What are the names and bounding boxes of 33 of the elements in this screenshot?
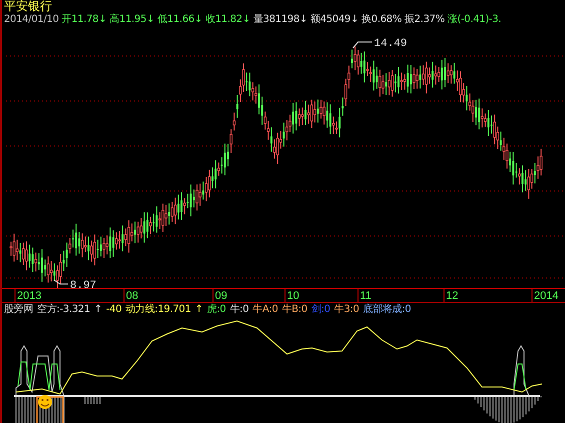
quote-value: 量381198↓	[253, 14, 308, 26]
indicator-value: 股旁网	[4, 304, 34, 316]
axis-label: 2014	[534, 290, 558, 302]
indicator-value: -40	[106, 304, 122, 316]
quote-value: 换0.68%	[362, 14, 402, 26]
quote-value: 2014/01/10	[4, 14, 59, 26]
indicator-value: 虎:0	[207, 304, 226, 316]
axis-label: 11	[360, 290, 372, 302]
quote-value: 低11.66↓	[157, 14, 202, 26]
indicator-value: 剑:0	[311, 304, 330, 316]
indicator-value: 牛B:0	[282, 304, 308, 316]
indicator-value: 牛3:0	[334, 304, 360, 316]
axis-label: 12	[446, 290, 458, 302]
quote-value: 高11.95↓	[110, 14, 154, 26]
indicator-value: 牛:0	[230, 304, 249, 316]
axis-label: 08	[126, 290, 138, 302]
price-label: 8.97	[70, 280, 96, 288]
stock-name: 平安银行	[4, 0, 52, 13]
indicator-value: 动力线:19.701	[126, 304, 191, 316]
axis-label: 10	[287, 290, 300, 302]
indicator-value: ↑	[94, 304, 102, 316]
quote-value: 额45049↓	[310, 14, 359, 26]
axis-label: 09	[215, 290, 228, 302]
axis-label: 2013	[17, 290, 42, 302]
quote-value: 振2.37%	[404, 14, 445, 26]
indicator-value: 空方:-3.321	[37, 304, 90, 316]
quote-value: 收11.82↓	[205, 14, 250, 26]
price-label: 14.49	[374, 38, 408, 50]
indicator-value: 底部将成:0	[363, 304, 411, 316]
quote-value: 涨(-0.41)-3.	[448, 14, 502, 26]
indicator-value: 牛A:0	[252, 304, 278, 316]
quote-value: 开11.78↓	[62, 14, 107, 26]
indicator-value: ↑	[194, 304, 204, 316]
